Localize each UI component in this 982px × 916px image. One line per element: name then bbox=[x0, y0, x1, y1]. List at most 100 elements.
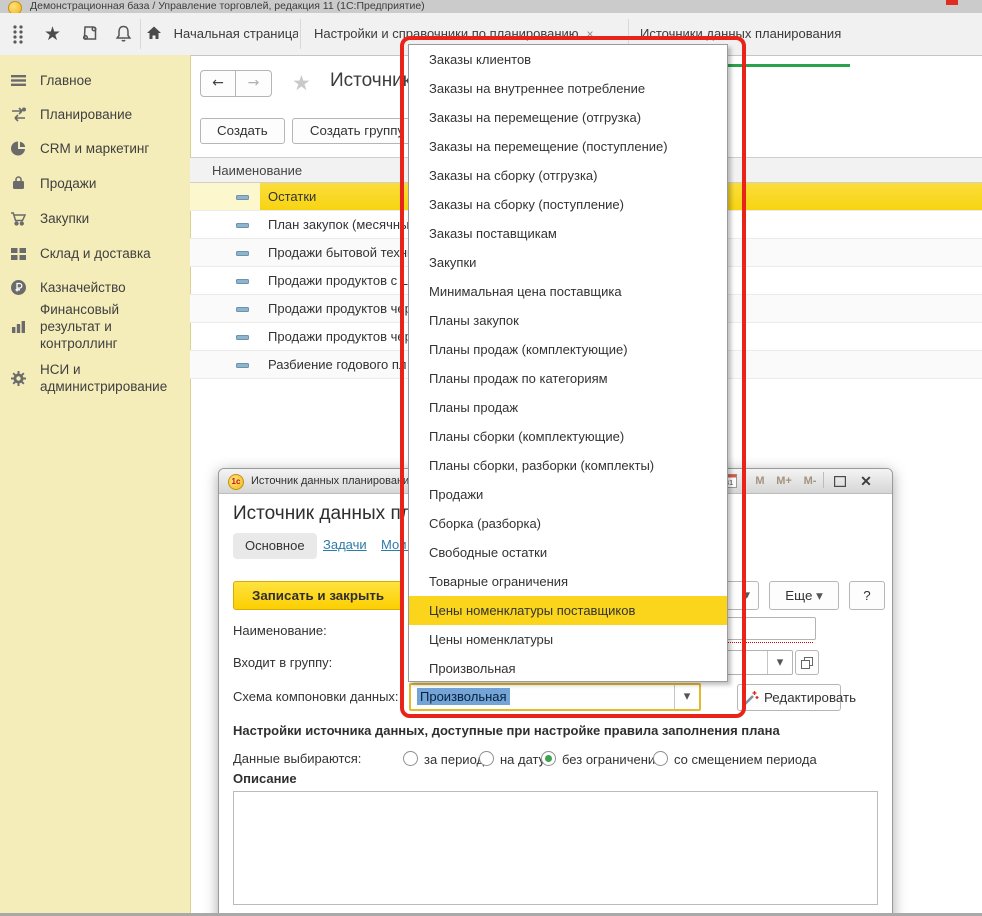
dialog-tab-main[interactable]: Основное bbox=[233, 533, 317, 559]
dialog-title: Источник данных планировани bbox=[251, 469, 409, 493]
app-titlebar: Демонстрационная база / Управление торго… bbox=[0, 0, 982, 13]
m-minus-button[interactable]: M- bbox=[799, 472, 821, 490]
dropdown-item[interactable]: Планы закупок bbox=[409, 306, 727, 335]
description-label: Описание bbox=[233, 771, 297, 786]
dropdown-item[interactable]: Продажи bbox=[409, 480, 727, 509]
dropdown-item[interactable]: Закупки bbox=[409, 248, 727, 277]
gear-icon bbox=[10, 370, 27, 387]
dropdown-item[interactable]: Произвольная bbox=[409, 654, 727, 683]
m-button[interactable]: M bbox=[749, 472, 771, 490]
sections-menu-icon[interactable] bbox=[10, 24, 30, 44]
tab-home[interactable]: Начальная страница bbox=[146, 13, 298, 55]
notifications-bell-icon[interactable] bbox=[114, 24, 134, 44]
home-icon bbox=[146, 25, 162, 41]
dropdown-item[interactable]: Планы сборки, разборки (комплекты) bbox=[409, 451, 727, 480]
sidebar-item-purchases[interactable]: Закупки bbox=[0, 206, 190, 230]
app-close-button-fragment[interactable] bbox=[946, 0, 958, 5]
tab-separator bbox=[300, 19, 301, 49]
ruble-circle-icon bbox=[10, 279, 27, 296]
name-field-label: Наименование: bbox=[233, 619, 327, 643]
magic-wand-icon bbox=[743, 690, 759, 706]
favorites-star-icon[interactable]: ★ bbox=[44, 24, 64, 44]
titlebar-separator bbox=[823, 472, 824, 488]
scheme-combo[interactable]: Произвольная ▾ bbox=[409, 683, 701, 711]
radio-so-smescheniem[interactable]: со смещением периода bbox=[653, 751, 817, 767]
dropdown-item[interactable]: Минимальная цена поставщика bbox=[409, 277, 727, 306]
dropdown-item[interactable]: Планы продаж bbox=[409, 393, 727, 422]
dialog-close-icon[interactable]: ✕ bbox=[855, 472, 877, 490]
page-favorite-star-icon[interactable]: ★ bbox=[292, 71, 311, 95]
pie-chart-icon bbox=[10, 140, 27, 157]
dropdown-item[interactable]: Заказы на внутреннее потребление bbox=[409, 74, 727, 103]
warehouse-grid-icon bbox=[10, 245, 27, 262]
tab-close-icon[interactable]: × bbox=[849, 27, 850, 41]
sidebar-item-financial-result[interactable]: Финансовый результат и контроллинг bbox=[0, 306, 180, 346]
sidebar-item-crm[interactable]: CRM и маркетинг bbox=[0, 136, 190, 160]
application-window: Демонстрационная база / Управление торго… bbox=[0, 0, 982, 916]
scheme-selected-value: Произвольная bbox=[417, 688, 510, 705]
edit-button[interactable]: Редактировать bbox=[737, 684, 841, 711]
section-header: Настройки источника данных, доступные пр… bbox=[233, 723, 780, 738]
sidebar-item-planning[interactable]: Планирование bbox=[0, 102, 190, 126]
radio-bez-ogranicheniya[interactable]: без ограничения bbox=[541, 751, 662, 767]
radio-group-label: Данные выбираются: bbox=[233, 747, 361, 771]
dropdown-item[interactable]: Заказы поставщикам bbox=[409, 219, 727, 248]
m-plus-button[interactable]: M+ bbox=[773, 472, 795, 490]
scheme-field-label: Схема компоновки данных: bbox=[233, 685, 399, 709]
dropdown-item[interactable]: Заказы клиентов bbox=[409, 45, 727, 74]
dropdown-item[interactable]: Товарные ограничения bbox=[409, 567, 727, 596]
app-title: Демонстрационная база / Управление торго… bbox=[30, 0, 425, 13]
description-textarea[interactable] bbox=[233, 791, 878, 905]
dialog-tab-tasks[interactable]: Задачи bbox=[323, 537, 367, 552]
create-button[interactable]: Создать bbox=[200, 118, 285, 144]
titlebar-separator bbox=[745, 472, 746, 488]
cart-icon bbox=[10, 210, 27, 227]
help-button[interactable]: ? bbox=[849, 581, 885, 610]
list-item-icon bbox=[236, 251, 249, 256]
scheme-dropdown-list: Заказы клиентов Заказы на внутреннее пот… bbox=[408, 44, 728, 682]
maximize-icon[interactable] bbox=[829, 472, 851, 490]
sidebar-item-main[interactable]: Главное bbox=[0, 68, 190, 92]
1c-logo-icon: 1c bbox=[228, 474, 244, 490]
dropdown-item[interactable]: Заказы на сборку (отгрузка) bbox=[409, 161, 727, 190]
hamburger-icon bbox=[10, 72, 27, 89]
dropdown-item[interactable]: Сборка (разборка) bbox=[409, 509, 727, 538]
dropdown-item[interactable]: Планы продаж по категориям bbox=[409, 364, 727, 393]
sidebar-item-sales[interactable]: Продажи bbox=[0, 171, 190, 195]
more-button[interactable]: Еще ▾ bbox=[769, 581, 839, 610]
dropdown-item-highlighted[interactable]: Цены номенклатуры поставщиков bbox=[409, 596, 727, 625]
group-field-label: Входит в группу: bbox=[233, 651, 332, 675]
dropdown-item[interactable]: Планы сборки (комплектующие) bbox=[409, 422, 727, 451]
tab-close-icon[interactable]: × bbox=[587, 27, 594, 41]
dropdown-item[interactable]: Планы продаж (комплектующие) bbox=[409, 335, 727, 364]
radio-icon bbox=[479, 751, 494, 766]
dropdown-item[interactable]: Заказы на перемещение (поступление) bbox=[409, 132, 727, 161]
list-item-icon bbox=[236, 363, 249, 368]
dropdown-item[interactable]: Заказы на сборку (поступление) bbox=[409, 190, 727, 219]
sidebar-item-treasury[interactable]: Казначейство bbox=[0, 275, 190, 299]
toolbar-separator bbox=[140, 19, 141, 49]
radio-selected-icon bbox=[541, 751, 556, 766]
forward-button[interactable]: → bbox=[236, 70, 272, 97]
chevron-down-icon: ▾ bbox=[816, 589, 823, 604]
create-group-button[interactable]: Создать группу bbox=[292, 118, 422, 144]
radio-za-period[interactable]: за период bbox=[403, 751, 484, 767]
open-external-icon bbox=[801, 657, 813, 669]
chevron-down-icon[interactable]: ▾ bbox=[767, 651, 792, 674]
radio-icon bbox=[653, 751, 668, 766]
sidebar-item-warehouse[interactable]: Склад и доставка bbox=[0, 241, 190, 265]
back-button[interactable]: ← bbox=[200, 70, 236, 97]
sidebar-item-nsi-administration[interactable]: НСИ и администрирование bbox=[0, 358, 180, 398]
radio-na-datu[interactable]: на дату bbox=[479, 751, 545, 767]
dropdown-item[interactable]: Цены номенклатуры bbox=[409, 625, 727, 654]
list-item-icon bbox=[236, 223, 249, 228]
chevron-down-icon[interactable]: ▾ bbox=[674, 685, 699, 709]
save-and-close-button[interactable]: Записать и закрыть bbox=[233, 581, 403, 610]
list-item-icon bbox=[236, 335, 249, 340]
group-open-button[interactable] bbox=[795, 650, 819, 675]
dropdown-item[interactable]: Заказы на перемещение (отгрузка) bbox=[409, 103, 727, 132]
nav-history-buttons: ← → bbox=[200, 70, 273, 97]
sections-sidebar: Главное Планирование CRM и маркетинг Про… bbox=[0, 55, 191, 916]
dropdown-item[interactable]: Свободные остатки bbox=[409, 538, 727, 567]
history-scroll-icon[interactable] bbox=[80, 24, 100, 44]
